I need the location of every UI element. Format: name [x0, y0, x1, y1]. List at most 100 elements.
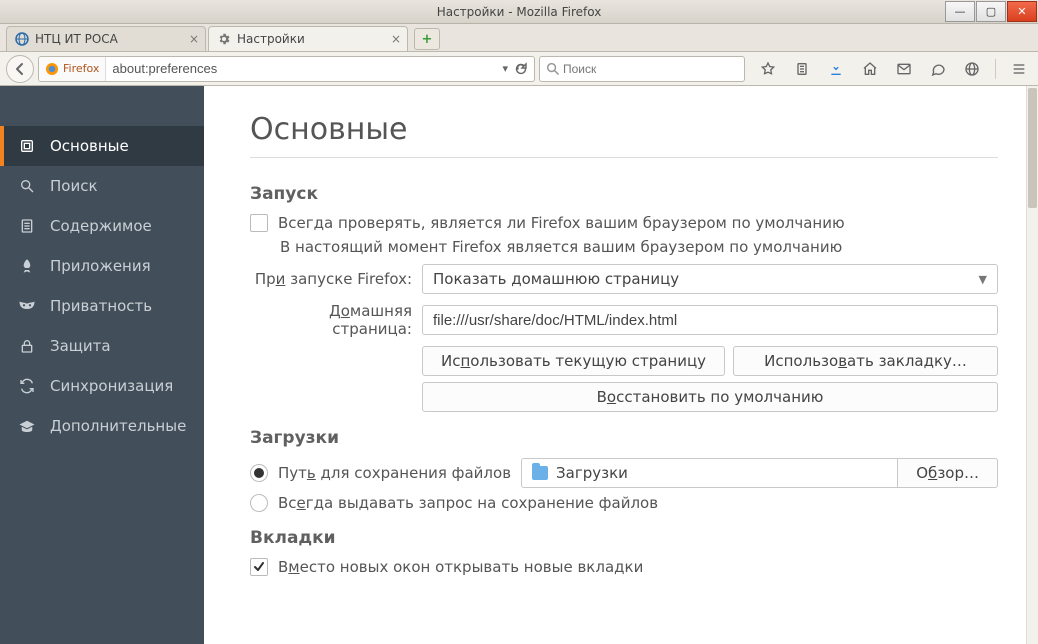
- sync-icon: [18, 377, 36, 395]
- browse-button[interactable]: Обзор…: [897, 458, 998, 488]
- chat-button[interactable]: [925, 56, 951, 82]
- preferences-main: Основные Запуск Всегда проверять, являет…: [204, 86, 1038, 644]
- back-icon: [13, 62, 27, 76]
- close-icon[interactable]: ×: [189, 32, 199, 46]
- address-bar[interactable]: Firefox ▾: [38, 56, 535, 82]
- sidebar-item-applications[interactable]: Приложения: [0, 246, 204, 286]
- bookmark-star-button[interactable]: [755, 56, 781, 82]
- sidebar-item-label: Защита: [50, 337, 111, 355]
- default-browser-label: Всегда проверять, является ли Firefox ва…: [278, 214, 845, 232]
- homepage-label: Домашняя страница:: [250, 302, 422, 338]
- status-text: В настоящий момент Firefox является ваши…: [280, 238, 842, 256]
- rocket-icon: [18, 257, 36, 275]
- vertical-scrollbar[interactable]: [1026, 86, 1038, 644]
- download-icon: [828, 61, 844, 77]
- section-downloads-heading: Загрузки: [250, 428, 998, 448]
- hamburger-icon: [1011, 61, 1027, 77]
- mask-icon: [18, 297, 36, 315]
- preferences-sidebar: Основные Поиск Содержимое Приложения При…: [0, 86, 204, 644]
- content-area: Основные Поиск Содержимое Приложения При…: [0, 86, 1038, 644]
- sidebar-item-advanced[interactable]: Дополнительные: [0, 406, 204, 446]
- search-box[interactable]: [539, 56, 745, 82]
- default-browser-status: В настоящий момент Firefox является ваши…: [280, 238, 998, 256]
- homepage-row: Домашняя страница:: [250, 302, 998, 338]
- address-trailing: ▾: [496, 62, 534, 76]
- close-icon[interactable]: ×: [391, 32, 401, 46]
- tab-strip: НТЦ ИТ РОСА × Настройки × +: [0, 24, 1038, 52]
- tab-label: НТЦ ИТ РОСА: [35, 32, 118, 46]
- separator: [995, 59, 996, 79]
- sidebar-item-sync[interactable]: Синхронизация: [0, 366, 204, 406]
- sidebar-item-label: Приложения: [50, 257, 151, 275]
- window-titlebar: Настройки - Mozilla Firefox — ▢ ✕: [0, 0, 1038, 24]
- browser-tab-2[interactable]: Настройки ×: [208, 26, 408, 51]
- sidebar-item-label: Содержимое: [50, 217, 152, 235]
- on-launch-row: При запуске Firefox: Показать домашнюю с…: [250, 264, 998, 294]
- sidebar-item-general[interactable]: Основные: [0, 126, 204, 166]
- use-current-page-button[interactable]: Использовать текущую страницу: [422, 346, 725, 376]
- save-to-path-radio[interactable]: [250, 464, 268, 482]
- reload-icon[interactable]: [514, 62, 528, 76]
- document-icon: [18, 217, 36, 235]
- sidebar-item-label: Дополнительные: [50, 417, 186, 435]
- window-close-button[interactable]: ✕: [1007, 1, 1037, 22]
- url-input[interactable]: [106, 57, 496, 81]
- download-path-field[interactable]: Загрузки: [521, 458, 897, 488]
- firefox-icon: [45, 62, 59, 76]
- section-tabs-heading: Вкладки: [250, 528, 998, 548]
- page-title: Основные: [250, 112, 998, 147]
- globe-icon: [964, 61, 980, 77]
- library-button[interactable]: [789, 56, 815, 82]
- scrollbar-thumb[interactable]: [1028, 88, 1037, 208]
- sidebar-item-content[interactable]: Содержимое: [0, 206, 204, 246]
- homepage-input[interactable]: [422, 305, 998, 335]
- window-minimize-button[interactable]: —: [945, 1, 975, 22]
- folder-icon: [532, 466, 548, 480]
- open-new-windows-as-tabs-row: Вместо новых окон открывать новые вкладк…: [250, 558, 998, 576]
- mail-button[interactable]: [891, 56, 917, 82]
- window-maximize-button[interactable]: ▢: [976, 1, 1006, 22]
- general-icon: [18, 137, 36, 155]
- default-browser-check-row: Всегда проверять, является ли Firefox ва…: [250, 214, 998, 232]
- identity-label: Firefox: [63, 62, 99, 75]
- always-ask-label: Всегда выдавать запрос на сохранение фай…: [278, 494, 658, 512]
- path-field-wrap: Загрузки Обзор…: [521, 458, 998, 488]
- open-new-windows-as-tabs-checkbox[interactable]: [250, 558, 268, 576]
- restore-default-button[interactable]: Восстановить по умолчанию: [422, 382, 998, 412]
- open-new-windows-as-tabs-label: Вместо новых окон открывать новые вкладк…: [278, 558, 643, 576]
- always-ask-row: Всегда выдавать запрос на сохранение фай…: [250, 494, 998, 512]
- back-button[interactable]: [6, 55, 34, 83]
- default-browser-checkbox[interactable]: [250, 214, 268, 232]
- star-icon: [760, 61, 776, 77]
- sidebar-item-label: Основные: [50, 137, 129, 155]
- menu-button[interactable]: [1006, 56, 1032, 82]
- section-startup-heading: Запуск: [250, 184, 998, 204]
- dropdown-icon[interactable]: ▾: [502, 62, 508, 75]
- sidebar-item-security[interactable]: Защита: [0, 326, 204, 366]
- clipboard-icon: [794, 61, 810, 77]
- on-launch-select[interactable]: Показать домашнюю страницу ▼: [422, 264, 998, 294]
- new-tab-button[interactable]: +: [414, 28, 440, 50]
- use-bookmark-button[interactable]: Использовать закладку…: [733, 346, 998, 376]
- identity-chip[interactable]: Firefox: [39, 57, 106, 81]
- on-launch-label: При запуске Firefox:: [250, 270, 422, 288]
- save-path-row: Путь для сохранения файлов Загрузки Обзо…: [250, 458, 998, 488]
- save-to-path-label: Путь для сохранения файлов: [278, 464, 511, 482]
- search-icon: [18, 177, 36, 195]
- search-icon: [546, 62, 559, 75]
- sidebar-item-privacy[interactable]: Приватность: [0, 286, 204, 326]
- check-icon: [253, 561, 265, 573]
- sidebar-item-label: Приватность: [50, 297, 152, 315]
- sidebar-item-label: Поиск: [50, 177, 98, 195]
- web-button[interactable]: [959, 56, 985, 82]
- sidebar-item-search[interactable]: Поиск: [0, 166, 204, 206]
- downloads-button[interactable]: [823, 56, 849, 82]
- home-button[interactable]: [857, 56, 883, 82]
- divider: [250, 157, 998, 158]
- browser-tab-1[interactable]: НТЦ ИТ РОСА ×: [6, 26, 206, 51]
- always-ask-radio[interactable]: [250, 494, 268, 512]
- sidebar-item-label: Синхронизация: [50, 377, 173, 395]
- homepage-buttons-row-2: Восстановить по умолчанию: [422, 382, 998, 412]
- search-input[interactable]: [563, 62, 738, 76]
- homepage-buttons-row-1: Использовать текущую страницу Использова…: [422, 346, 998, 376]
